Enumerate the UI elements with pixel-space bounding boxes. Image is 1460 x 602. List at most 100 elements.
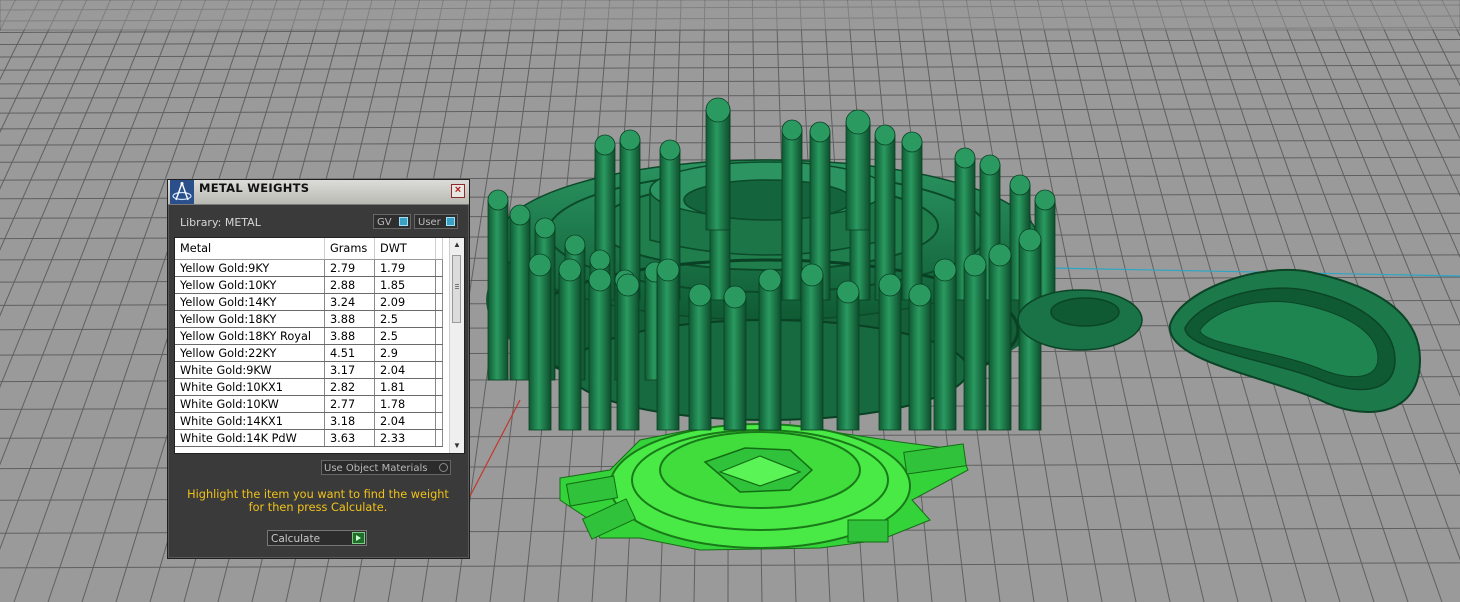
table-row[interactable]: White Gold:14KX1 3.18 2.04 — [175, 412, 443, 430]
metal-cell: White Gold:14KX1 — [175, 412, 325, 430]
grams-cell: 3.24 — [324, 293, 375, 311]
row-spacer — [435, 361, 443, 379]
dwt-cell: 2.5 — [374, 327, 436, 345]
metal-cell: Yellow Gold:18KY — [175, 310, 325, 328]
pillar-cylinder — [656, 258, 680, 431]
pillar-cylinder — [487, 189, 509, 381]
gv-toggle-label: GV — [377, 217, 392, 228]
close-button[interactable]: × — [451, 184, 465, 198]
row-spacer — [435, 293, 443, 311]
pillar-cylinder — [845, 109, 871, 231]
metal-cell: White Gold:10KW — [175, 395, 325, 413]
dwt-cell: 2.33 — [374, 429, 436, 447]
pillar-cylinder — [836, 280, 860, 431]
row-spacer — [435, 344, 443, 362]
dwt-cell: 2.9 — [374, 344, 436, 362]
table-row[interactable]: White Gold:9KW 3.17 2.04 — [175, 361, 443, 379]
row-spacer — [435, 259, 443, 277]
metal-cell: Yellow Gold:9KY — [175, 259, 325, 277]
row-spacer — [435, 412, 443, 430]
metal-cell: Yellow Gold:14KY — [175, 293, 325, 311]
table-row[interactable]: White Gold:10KW 2.77 1.78 — [175, 395, 443, 413]
pillar-cylinder — [878, 273, 902, 431]
calculate-button[interactable]: Calculate — [267, 530, 367, 546]
dwt-cell: 2.04 — [374, 361, 436, 379]
table-scrollbar[interactable]: ▲ ▼ — [449, 238, 464, 453]
pillar-cylinder — [616, 273, 640, 431]
grams-cell: 2.77 — [324, 395, 375, 413]
dwt-cell: 1.78 — [374, 395, 436, 413]
table-row[interactable]: Yellow Gold:18KY Royal 3.88 2.5 — [175, 327, 443, 345]
table-row[interactable]: White Gold:10KX1 2.82 1.81 — [175, 378, 443, 396]
metal-cell: Yellow Gold:10KY — [175, 276, 325, 294]
row-spacer — [435, 429, 443, 447]
user-toggle-indicator — [446, 217, 455, 226]
grams-cell: 3.88 — [324, 327, 375, 345]
table-row[interactable]: Yellow Gold:22KY 4.51 2.9 — [175, 344, 443, 362]
gv-toggle-indicator — [399, 217, 408, 226]
pillar-cylinder — [933, 258, 957, 431]
dwt-cell: 2.09 — [374, 293, 436, 311]
scroll-up-arrow-icon[interactable]: ▲ — [453, 241, 461, 249]
metal-cell: Yellow Gold:22KY — [175, 344, 325, 362]
metal-cell: White Gold:10KX1 — [175, 378, 325, 396]
user-toggle-label: User — [418, 217, 441, 228]
column-header-dwt[interactable]: DWT — [374, 238, 436, 260]
dwt-cell: 1.85 — [374, 276, 436, 294]
metal-weights-panel: METAL WEIGHTS × Library: METAL GV User M… — [167, 179, 470, 559]
dwt-cell: 2.5 — [374, 310, 436, 328]
row-spacer — [435, 276, 443, 294]
torus-bail[interactable] — [1017, 289, 1143, 351]
scroll-down-arrow-icon[interactable]: ▼ — [453, 442, 461, 450]
use-object-materials-toggle[interactable]: Use Object Materials — [321, 460, 451, 475]
grams-cell: 3.88 — [324, 310, 375, 328]
scroll-thumb[interactable] — [452, 255, 461, 323]
row-spacer — [435, 395, 443, 413]
pillar-cylinder — [874, 124, 896, 301]
metal-table[interactable]: Metal Grams DWT Yellow Gold:9KY 2.79 1.79 Y… — [174, 237, 465, 454]
radio-indicator-icon — [439, 463, 448, 472]
pillar-cylinder — [908, 283, 932, 431]
matrix-logo-icon — [170, 180, 194, 204]
panel-titlebar[interactable]: METAL WEIGHTS × — [168, 180, 469, 205]
pillar-cylinder — [705, 97, 731, 231]
user-toggle[interactable]: User — [414, 214, 458, 229]
table-row[interactable]: White Gold:14K PdW 3.63 2.33 — [175, 429, 443, 447]
dwt-cell: 1.81 — [374, 378, 436, 396]
pillar-cylinder — [588, 268, 612, 431]
scroll-grip-icon — [455, 284, 459, 285]
table-header-row: Metal Grams DWT — [175, 238, 443, 260]
gv-toggle[interactable]: GV — [373, 214, 411, 229]
grams-cell: 2.82 — [324, 378, 375, 396]
grams-cell: 3.17 — [324, 361, 375, 379]
column-header-grams[interactable]: Grams — [324, 238, 375, 260]
grams-cell: 2.88 — [324, 276, 375, 294]
pillar-cylinder — [988, 243, 1012, 431]
pillar-cylinder — [901, 131, 923, 301]
pillar-cylinder — [723, 285, 747, 431]
dwt-cell: 1.79 — [374, 259, 436, 277]
table-row[interactable]: Yellow Gold:14KY 3.24 2.09 — [175, 293, 443, 311]
panel-title: METAL WEIGHTS — [199, 181, 310, 195]
column-header-metal[interactable]: Metal — [175, 238, 325, 260]
library-label: Library: METAL — [180, 216, 261, 229]
pillar-cylinder — [558, 258, 582, 431]
metal-cell: White Gold:9KW — [175, 361, 325, 379]
table-row[interactable]: Yellow Gold:10KY 2.88 1.85 — [175, 276, 443, 294]
metal-cell: Yellow Gold:18KY Royal — [175, 327, 325, 345]
pillar-cylinder — [509, 204, 531, 381]
table-row[interactable]: Yellow Gold:9KY 2.79 1.79 — [175, 259, 443, 277]
row-spacer — [435, 310, 443, 328]
row-spacer — [435, 327, 443, 345]
pillar-cylinder — [528, 253, 552, 431]
pillar-cylinder — [963, 253, 987, 431]
column-header-spacer — [435, 238, 443, 260]
calculate-label: Calculate — [271, 533, 321, 545]
instruction-text: Highlight the item you want to find the … — [187, 488, 449, 514]
pillar-cylinder — [758, 268, 782, 431]
use-object-materials-label: Use Object Materials — [324, 463, 428, 474]
pillar-cylinder — [688, 283, 712, 431]
play-icon — [352, 532, 365, 544]
table-row[interactable]: Yellow Gold:18KY 3.88 2.5 — [175, 310, 443, 328]
grams-cell: 3.63 — [324, 429, 375, 447]
